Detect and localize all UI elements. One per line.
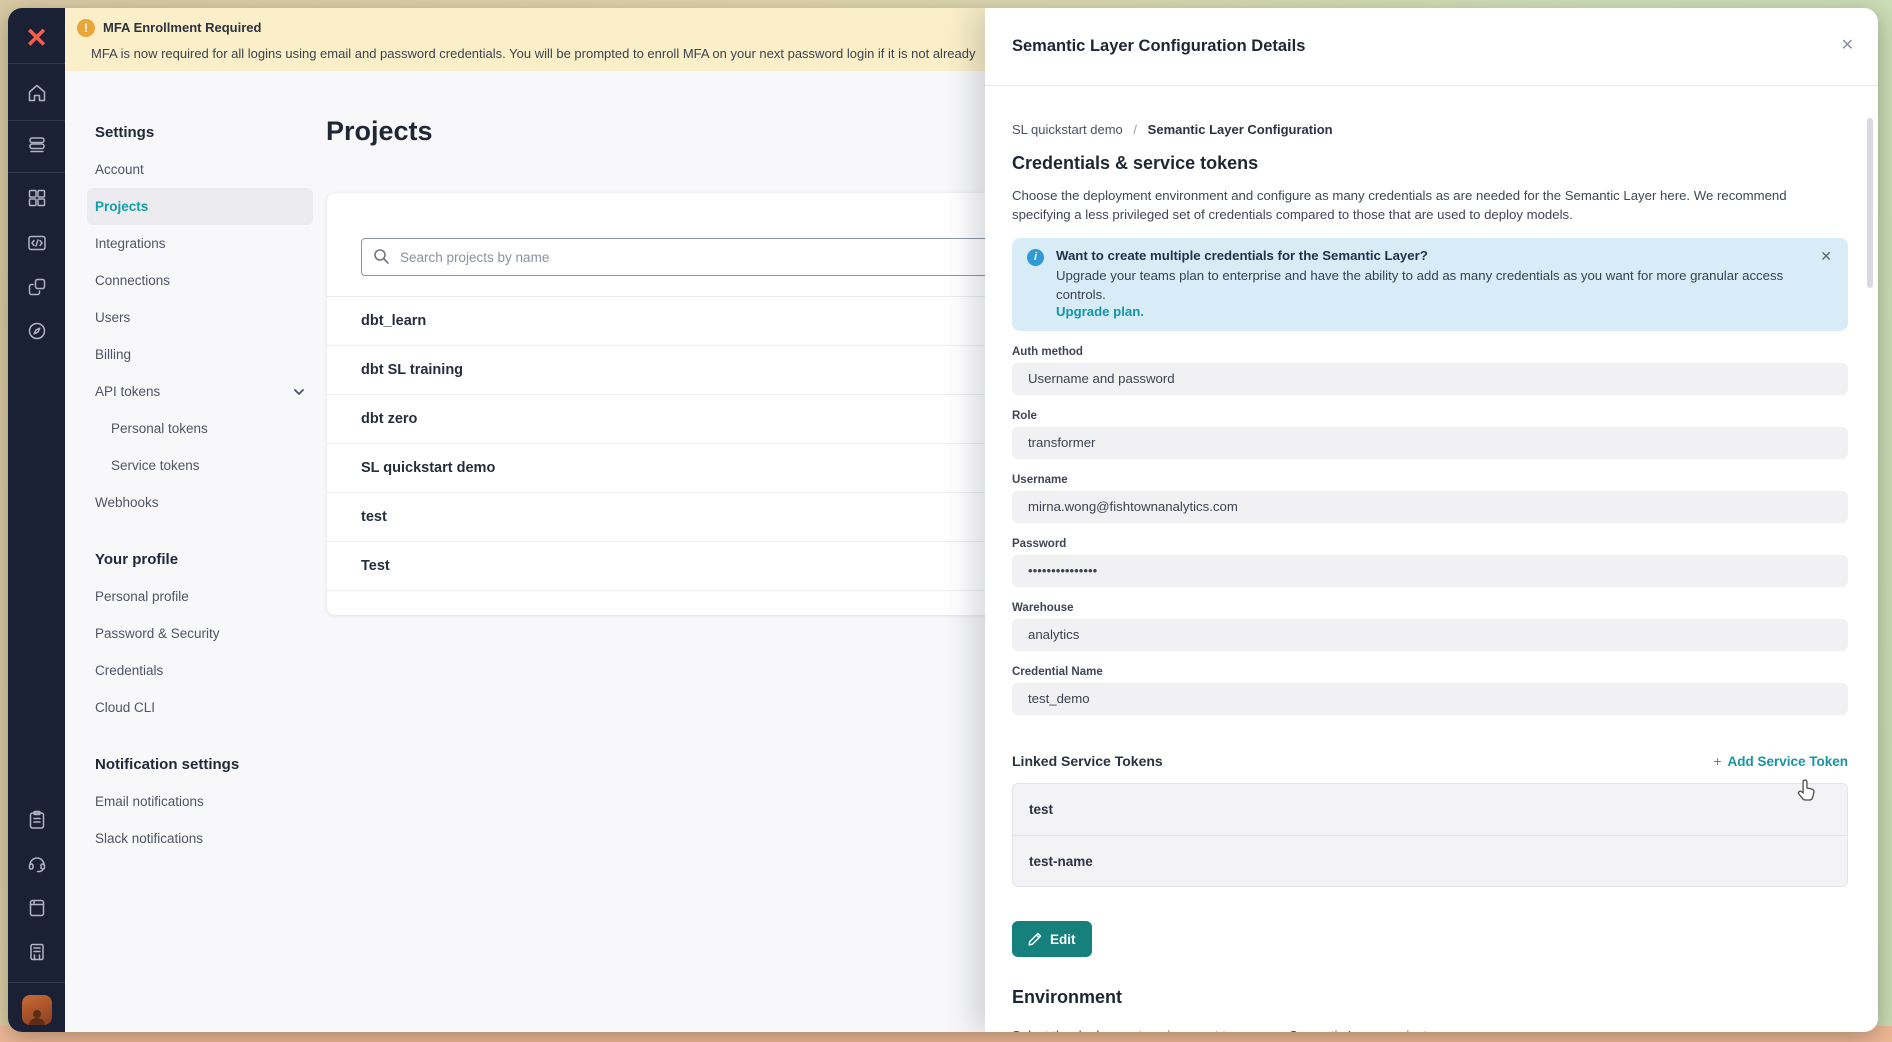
- search-input[interactable]: [361, 238, 1061, 276]
- drawer-body: SL quickstart demo / Semantic Layer Conf…: [985, 86, 1878, 1032]
- drawer-title: Semantic Layer Configuration Details: [1012, 37, 1305, 56]
- environment-section-title: Environment: [1012, 987, 1848, 1008]
- sidebar-item-projects[interactable]: Projects: [87, 188, 313, 225]
- organization-icon[interactable]: [8, 934, 65, 970]
- nav-heading-your-profile: Your profile: [87, 543, 313, 578]
- list-item[interactable]: test-name: [1013, 835, 1847, 886]
- auth-method-field: Username and password: [1012, 363, 1848, 395]
- role-label: Role: [1012, 410, 1848, 422]
- warehouse-field: analytics: [1012, 619, 1848, 651]
- docs-book-icon[interactable]: [8, 890, 65, 926]
- upgrade-plan-link[interactable]: Upgrade plan.: [1056, 304, 1808, 319]
- credentials-section-title: Credentials & service tokens: [1012, 153, 1848, 174]
- plus-icon: +: [1714, 754, 1722, 769]
- edit-button[interactable]: Edit: [1012, 921, 1092, 957]
- linked-service-tokens-title: Linked Service Tokens: [1012, 753, 1163, 769]
- nav-heading-settings: Settings: [87, 116, 313, 151]
- semantic-layer-drawer: Semantic Layer Configuration Details ✕ S…: [985, 8, 1878, 1032]
- service-token-list: test test-name: [1012, 783, 1848, 887]
- credential-name-field: test_demo: [1012, 683, 1848, 715]
- username-label: Username: [1012, 474, 1848, 486]
- credentials-form: Auth method Username and password Role t…: [1012, 346, 1848, 715]
- explore-compass-icon[interactable]: [8, 313, 65, 349]
- role-field: transformer: [1012, 427, 1848, 459]
- upgrade-info-banner: i Want to create multiple credentials fo…: [1012, 238, 1848, 331]
- project-search: [361, 238, 1061, 276]
- scrollbar-thumb[interactable]: [1867, 118, 1873, 288]
- close-icon[interactable]: ✕: [1841, 38, 1854, 54]
- user-avatar[interactable]: [8, 992, 65, 1028]
- mfa-banner-title: MFA Enrollment Required: [103, 20, 261, 35]
- nav-heading-notification-settings: Notification settings: [87, 748, 313, 783]
- deploy-stack-icon[interactable]: [8, 127, 65, 163]
- warning-icon: !: [77, 19, 95, 37]
- sidebar-item-personal-profile[interactable]: Personal profile: [87, 578, 313, 615]
- sidebar-item-webhooks[interactable]: Webhooks: [87, 484, 313, 521]
- settings-nav: Settings Account Projects Integrations C…: [87, 116, 313, 857]
- sidebar-item-credentials[interactable]: Credentials: [87, 652, 313, 689]
- search-icon: [373, 248, 390, 270]
- app-window: ! MFA Enrollment Required MFA is now req…: [8, 8, 1878, 1032]
- sidebar-item-cloud-cli[interactable]: Cloud CLI: [87, 689, 313, 726]
- sidebar-item-label: API tokens: [95, 384, 160, 399]
- username-field: mirna.wong@fishtownanalytics.com: [1012, 491, 1848, 523]
- sidebar-item-personal-tokens[interactable]: Personal tokens: [87, 410, 313, 447]
- sidebar-item-slack-notifications[interactable]: Slack notifications: [87, 820, 313, 857]
- linked-service-tokens-header: Linked Service Tokens + Add Service Token: [1012, 753, 1848, 769]
- warehouse-label: Warehouse: [1012, 602, 1848, 614]
- add-service-token-label: Add Service Token: [1727, 754, 1848, 769]
- sidebar-item-service-tokens[interactable]: Service tokens: [87, 447, 313, 484]
- info-icon: i: [1027, 249, 1044, 266]
- mfa-banner-body: MFA is now required for all logins using…: [91, 46, 975, 61]
- sidebar-item-account[interactable]: Account: [87, 151, 313, 188]
- app-rail: ✕: [8, 8, 65, 1032]
- sidebar-item-connections[interactable]: Connections: [87, 262, 313, 299]
- password-field: •••••••••••••••: [1012, 555, 1848, 587]
- support-headset-icon[interactable]: [8, 845, 65, 881]
- sidebar-item-integrations[interactable]: Integrations: [87, 225, 313, 262]
- edit-button-label: Edit: [1050, 932, 1076, 947]
- breadcrumb-separator: /: [1133, 122, 1137, 137]
- sidebar-item-email-notifications[interactable]: Email notifications: [87, 783, 313, 820]
- environment-section-desc: Select the deployment environment to run…: [1012, 1028, 1848, 1032]
- info-banner-body: Upgrade your teams plan to enterprise an…: [1056, 266, 1808, 304]
- credentials-section-desc: Choose the deployment environment and co…: [1012, 186, 1848, 224]
- pencil-icon: [1028, 932, 1042, 946]
- dbt-logo[interactable]: ✕: [8, 20, 65, 56]
- credential-name-label: Credential Name: [1012, 666, 1848, 678]
- chevron-down-icon: [293, 386, 305, 398]
- page-title: Projects: [326, 116, 433, 147]
- add-service-token-button[interactable]: + Add Service Token: [1714, 754, 1848, 769]
- sidebar-item-users[interactable]: Users: [87, 299, 313, 336]
- breadcrumb-current: Semantic Layer Configuration: [1148, 122, 1333, 137]
- password-label: Password: [1012, 538, 1848, 550]
- drawer-header: Semantic Layer Configuration Details ✕: [985, 8, 1878, 86]
- auth-method-label: Auth method: [1012, 346, 1848, 358]
- breadcrumb: SL quickstart demo / Semantic Layer Conf…: [1012, 122, 1848, 137]
- list-item[interactable]: test: [1013, 784, 1847, 835]
- close-icon[interactable]: ✕: [1820, 248, 1832, 265]
- develop-code-icon[interactable]: [8, 225, 65, 261]
- sidebar-item-api-tokens[interactable]: API tokens: [87, 373, 313, 410]
- mfa-banner: ! MFA Enrollment Required MFA is now req…: [65, 8, 985, 71]
- dashboard-grid-icon[interactable]: [8, 180, 65, 216]
- orchestrate-branch-icon[interactable]: [8, 269, 65, 305]
- sidebar-item-password-security[interactable]: Password & Security: [87, 615, 313, 652]
- breadcrumb-parent[interactable]: SL quickstart demo: [1012, 122, 1123, 137]
- sidebar-item-billing[interactable]: Billing: [87, 336, 313, 373]
- info-banner-title: Want to create multiple credentials for …: [1056, 248, 1808, 263]
- home-icon[interactable]: [8, 75, 65, 111]
- tasks-clipboard-icon[interactable]: [8, 802, 65, 838]
